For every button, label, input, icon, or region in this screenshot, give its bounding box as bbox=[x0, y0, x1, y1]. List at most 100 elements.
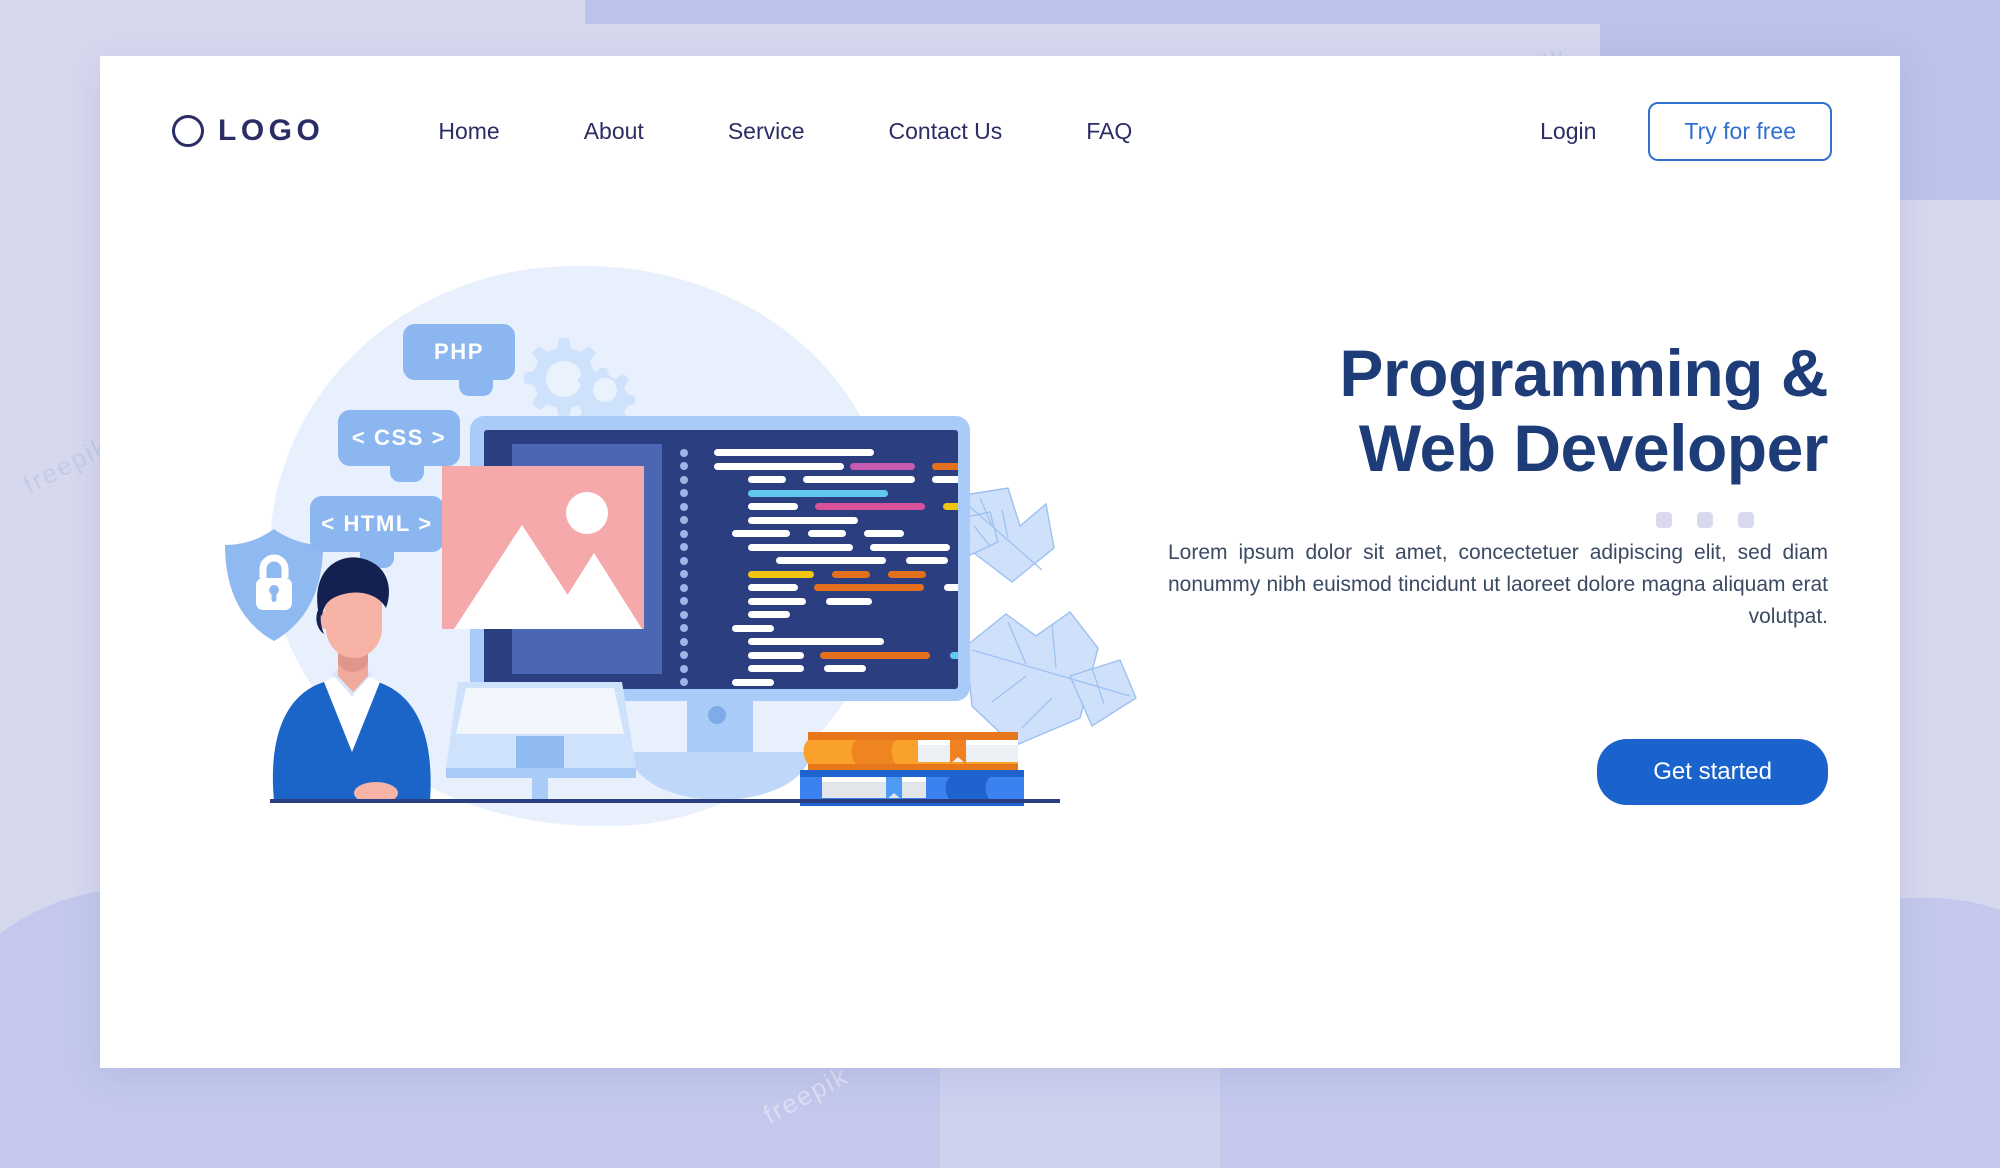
nav-item-home[interactable]: Home bbox=[438, 110, 499, 153]
code-line bbox=[680, 514, 950, 528]
desk-line bbox=[270, 799, 1060, 803]
code-line bbox=[680, 608, 950, 622]
code-line bbox=[680, 554, 950, 568]
code-line-bullet bbox=[680, 651, 688, 660]
code-token bbox=[748, 543, 853, 551]
code-token bbox=[826, 597, 872, 605]
code-token bbox=[932, 476, 958, 484]
code-token bbox=[748, 489, 888, 497]
code-line bbox=[680, 595, 950, 609]
monitor-power-dot bbox=[708, 706, 726, 724]
code-token bbox=[748, 476, 786, 484]
code-line-bullet bbox=[680, 583, 688, 592]
code-line bbox=[680, 446, 950, 460]
nav-item-about[interactable]: About bbox=[584, 110, 644, 153]
code-token bbox=[814, 584, 924, 592]
code-token bbox=[815, 503, 925, 511]
code-line-bullet bbox=[680, 624, 688, 633]
code-line bbox=[680, 568, 950, 582]
circle-ring-icon bbox=[172, 115, 204, 147]
code-line bbox=[680, 649, 958, 663]
code-token bbox=[732, 624, 774, 632]
nav-item-faq[interactable]: FAQ bbox=[1086, 110, 1132, 153]
code-token bbox=[932, 462, 958, 470]
nav-item-service[interactable]: Service bbox=[728, 110, 805, 153]
nav-item-contact-us[interactable]: Contact Us bbox=[889, 110, 1003, 153]
code-line-bullet bbox=[680, 489, 688, 498]
code-token bbox=[820, 651, 930, 659]
hero-copy: Programming & Web Developer Lorem ipsum … bbox=[1168, 336, 1829, 805]
code-line bbox=[680, 676, 950, 690]
code-token bbox=[824, 665, 866, 673]
code-line bbox=[680, 473, 958, 487]
code-line-bullet bbox=[680, 556, 688, 565]
landing-page-card: LOGO Home About Service Contact Us FAQ L… bbox=[100, 56, 1900, 1068]
code-token bbox=[850, 462, 915, 470]
code-line bbox=[680, 500, 958, 514]
code-token bbox=[943, 503, 958, 511]
php-bubble[interactable]: PHP bbox=[403, 324, 515, 396]
code-line-bullet bbox=[680, 475, 688, 484]
code-line-bullet bbox=[680, 664, 688, 673]
logo[interactable]: LOGO bbox=[172, 114, 324, 148]
code-line bbox=[680, 460, 958, 474]
carousel-dot[interactable] bbox=[1697, 512, 1713, 528]
logo-text: LOGO bbox=[218, 114, 325, 147]
code-line bbox=[680, 622, 950, 636]
code-token bbox=[870, 543, 950, 551]
code-line bbox=[680, 541, 950, 555]
code-editor-lines bbox=[680, 446, 958, 687]
code-line-bullet bbox=[680, 597, 688, 606]
mountain-shape bbox=[546, 553, 642, 629]
code-token bbox=[888, 570, 926, 578]
code-token bbox=[808, 530, 846, 538]
code-line-bullet bbox=[680, 570, 688, 579]
code-line bbox=[680, 487, 950, 501]
code-line-bullet bbox=[680, 610, 688, 619]
site-header: LOGO Home About Service Contact Us FAQ L… bbox=[100, 56, 1900, 206]
code-line bbox=[680, 581, 958, 595]
code-token bbox=[748, 570, 814, 578]
code-token bbox=[748, 638, 884, 646]
code-line-bullet bbox=[680, 462, 688, 471]
code-token bbox=[714, 449, 874, 457]
code-token bbox=[776, 557, 886, 565]
cta-wrapper: Get started bbox=[1168, 738, 1828, 805]
code-token bbox=[864, 530, 904, 538]
code-token bbox=[748, 611, 790, 619]
code-token bbox=[732, 530, 790, 538]
main-navigation: Home About Service Contact Us FAQ bbox=[438, 110, 1132, 153]
code-token bbox=[748, 516, 858, 524]
code-token bbox=[944, 584, 958, 592]
code-token bbox=[906, 557, 948, 565]
code-token bbox=[748, 651, 804, 659]
code-token bbox=[748, 584, 798, 592]
code-line bbox=[680, 527, 950, 541]
code-line bbox=[680, 662, 950, 676]
html-bubble[interactable]: < HTML > bbox=[310, 496, 444, 568]
code-token bbox=[732, 678, 774, 686]
code-token bbox=[950, 651, 958, 659]
carousel-dot[interactable] bbox=[1656, 512, 1672, 528]
code-token bbox=[714, 462, 844, 470]
code-line-bullet bbox=[680, 678, 688, 687]
header-actions: Login Try for free bbox=[1540, 101, 1832, 161]
get-started-button[interactable]: Get started bbox=[1597, 738, 1828, 805]
code-token bbox=[748, 597, 806, 605]
carousel-dot[interactable] bbox=[1738, 512, 1754, 528]
laptop-icon bbox=[440, 676, 640, 811]
hero-paragraph: Lorem ipsum dolor sit amet, concectetuer… bbox=[1168, 541, 1828, 628]
code-token bbox=[803, 476, 915, 484]
code-line-bullet bbox=[680, 516, 688, 525]
code-token bbox=[832, 570, 870, 578]
code-token bbox=[748, 665, 804, 673]
hero-illustration: PHP < CSS > < HTML > bbox=[160, 206, 1190, 996]
carousel-dots bbox=[1656, 512, 1754, 528]
login-link[interactable]: Login bbox=[1540, 118, 1596, 145]
code-line bbox=[680, 635, 950, 649]
code-token bbox=[748, 503, 798, 511]
bg-band-top bbox=[585, 0, 1600, 24]
try-for-free-button[interactable]: Try for free bbox=[1648, 101, 1832, 161]
css-bubble[interactable]: < CSS > bbox=[338, 410, 460, 482]
code-line-bullet bbox=[680, 502, 688, 511]
